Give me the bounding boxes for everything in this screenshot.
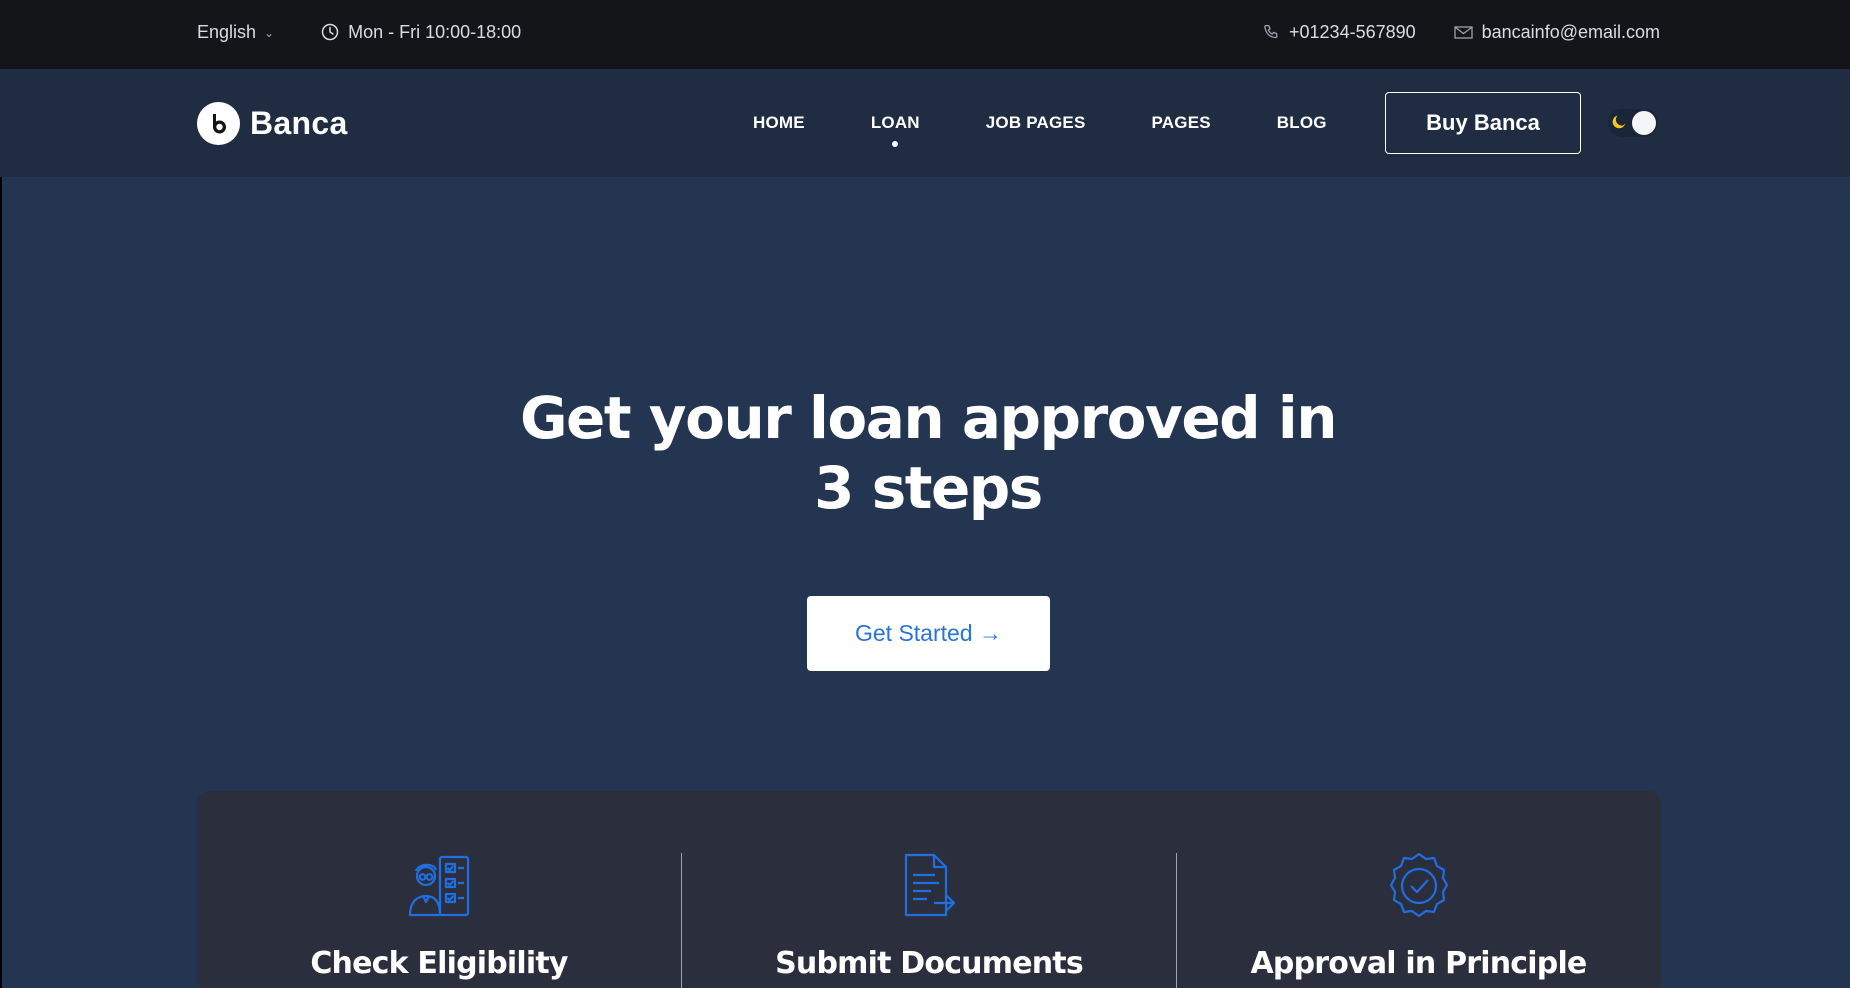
buy-banca-button[interactable]: Buy Banca [1385,92,1581,154]
nav-item-label: LOAN [870,113,920,132]
nav-item-pages[interactable]: PAGES [1152,113,1211,133]
chevron-down-icon: ⌄ [264,26,275,40]
hero-title-line-1: Get your loan approved in [519,384,1338,452]
phone-number: +01234-567890 [1289,21,1416,42]
checklist-person-icon [404,851,474,921]
hero-title: Get your loan approved in 3 steps [0,383,1850,523]
logo-icon [197,102,240,145]
step-check-eligibility: Check Eligibility [197,791,681,988]
step-label: Check Eligibility [310,946,568,981]
nav-item-loan[interactable]: LOAN [870,113,920,147]
step-label: Approval in Principle [1250,946,1588,981]
step-label: Submit Documents [775,946,1084,981]
business-hours: Mon - Fri 10:00-18:00 [320,22,521,43]
phone-link[interactable]: +01234-567890 [1261,22,1416,43]
main-navbar: Banca HOME LOAN JOB PAGES PAGES BLOG Buy… [0,69,1850,177]
nav-item-job-pages[interactable]: JOB PAGES [986,113,1086,133]
toggle-knob [1632,111,1656,135]
brand-logo[interactable]: Banca [197,102,348,145]
email-link[interactable]: bancainfo@email.com [1454,22,1660,43]
nav-item-label: BLOG [1276,113,1327,132]
top-bar: English ⌄ Mon - Fri 10:00-18:00 +01234-5… [0,0,1850,69]
nav-item-blog[interactable]: BLOG [1277,113,1327,133]
language-selector[interactable]: English ⌄ [197,22,274,43]
step-submit-documents: Submit Documents [681,791,1177,988]
mail-icon [1454,22,1474,42]
step-approval-in-principle: Approval in Principle [1176,791,1661,988]
loan-steps-card: Check Eligibility Submit Documents Appro… [197,791,1661,988]
moon-icon [1611,112,1629,135]
main-menu: HOME LOAN JOB PAGES PAGES BLOG [753,69,1327,177]
logo-text: Banca [250,105,348,141]
hours-text: Mon - Fri 10:00-18:00 [348,21,522,42]
get-started-button[interactable]: Get Started → [807,596,1050,671]
phone-icon [1261,22,1281,42]
active-indicator-dot [892,141,899,147]
email-address: bancainfo@email.com [1481,21,1660,42]
theme-toggle[interactable] [1608,109,1658,137]
document-submit-icon [894,851,964,921]
verified-badge-icon [1384,851,1454,921]
nav-item-label: HOME [753,113,805,132]
clock-icon [320,22,340,42]
nav-item-label: PAGES [1151,113,1211,132]
language-label: English [197,21,257,42]
hero-title-line-2: 3 steps [814,454,1043,522]
nav-item-label: JOB PAGES [985,113,1086,132]
nav-item-home[interactable]: HOME [753,113,805,133]
get-started-label: Get Started → [854,620,1002,646]
